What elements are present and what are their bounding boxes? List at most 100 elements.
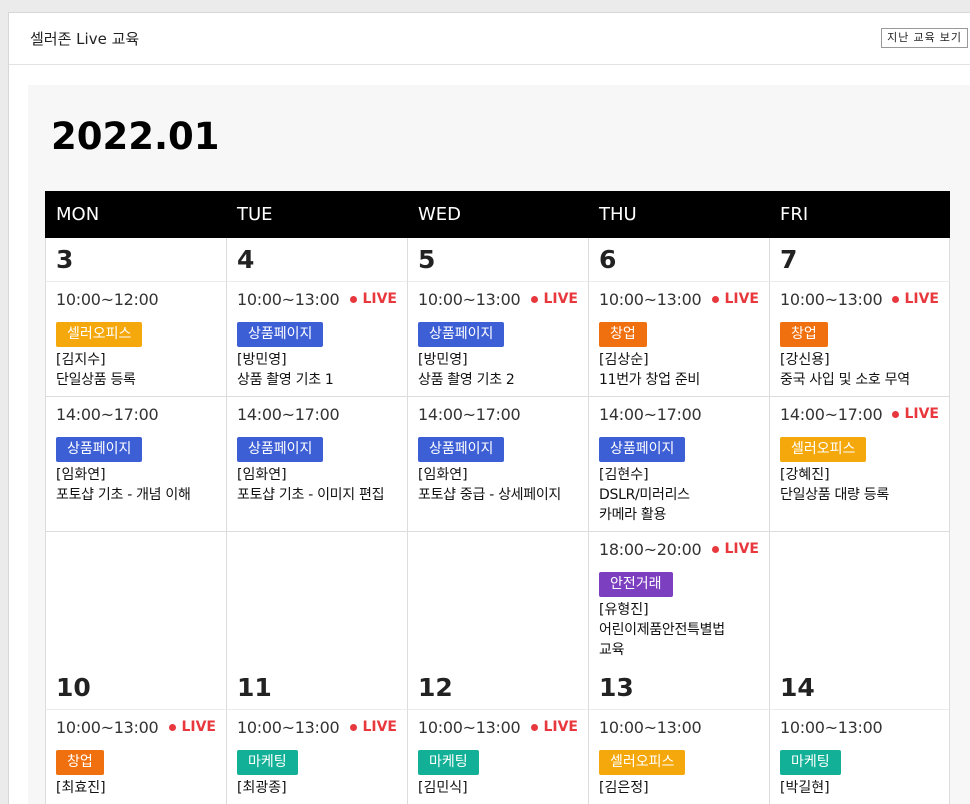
instructor-name: [박길현] (780, 780, 830, 796)
session-card[interactable]: 10:00~13:00 LIVE 상품페이지 [방민영] 상품 촬영 기초 2 (407, 282, 588, 396)
month-title: 2022.01 (51, 115, 220, 158)
day-number: 7 (769, 238, 950, 282)
live-label: LIVE (543, 291, 578, 307)
category-tag: 셀러오피스 (56, 322, 143, 347)
session-time: 14:00~17:00 (780, 404, 883, 424)
category-tag: 상품페이지 (599, 437, 686, 462)
weekday-header: MON TUE WED THU FRI (45, 191, 950, 238)
live-dot-icon (169, 723, 177, 731)
live-label: LIVE (724, 291, 759, 307)
session-card[interactable]: 10:00~13:00 셀러오피스 [김은정] (588, 710, 769, 804)
category-tag: 상품페이지 (237, 322, 324, 347)
live-badge: LIVE (350, 291, 397, 307)
session-card[interactable]: 10:00~12:00 셀러오피스 [김지수] 단일상품 등록 (45, 282, 226, 396)
category-wrap: 셀러오피스 (599, 737, 759, 775)
session-card[interactable]: 18:00~20:00 LIVE 안전거래 [유형진] 어린이제품안전특별법 교육 (588, 532, 769, 666)
session-header: 18:00~20:00 LIVE (599, 539, 759, 559)
session-time: 10:00~13:00 (780, 289, 883, 309)
session-header: 10:00~12:00 (56, 289, 216, 309)
session-title: 포토샵 중급 - 상세페이지 (418, 487, 562, 503)
session-header: 14:00~17:00 (418, 404, 578, 424)
session-time: 10:00~13:00 (780, 717, 883, 737)
empty-slot (769, 532, 950, 666)
weekday-thu: THU (599, 204, 637, 225)
live-badge: LIVE (531, 291, 578, 307)
instructor-name: [강혜진] (780, 467, 830, 483)
session-card[interactable]: 10:00~13:00 마케팅 [박길현] (769, 710, 950, 804)
weekday-tue: TUE (237, 204, 273, 225)
session-header: 10:00~13:00 LIVE (599, 289, 759, 309)
session-card[interactable]: 10:00~13:00 LIVE 창업 [최효진] (45, 710, 226, 804)
session-time: 10:00~13:00 (599, 289, 702, 309)
session-header: 14:00~17:00 (599, 404, 759, 424)
session-header: 10:00~13:00 LIVE (237, 717, 397, 737)
live-badge: LIVE (531, 719, 578, 735)
category-tag: 창업 (56, 750, 104, 775)
weekday-wed: WED (418, 204, 462, 225)
session-time: 14:00~17:00 (56, 404, 159, 424)
session-card[interactable]: 10:00~13:00 LIVE 창업 [강신용] 중국 사입 및 소호 무역 (769, 282, 950, 396)
session-card[interactable]: 10:00~13:00 LIVE 창업 [김상순] 11번가 창업 준비 (588, 282, 769, 396)
session-header: 10:00~13:00 LIVE (780, 289, 939, 309)
session-card[interactable]: 14:00~17:00 상품페이지 [임화연] 포토샵 중급 - 상세페이지 (407, 397, 588, 531)
past-education-button[interactable]: 지난 교육 보기 (881, 28, 968, 48)
session-title: 중국 사입 및 소호 무역 (780, 372, 910, 388)
session-time: 10:00~13:00 (237, 717, 340, 737)
category-wrap: 창업 (599, 309, 759, 347)
live-badge: LIVE (350, 719, 397, 735)
session-row: 18:00~20:00 LIVE 안전거래 [유형진] 어린이제품안전특별법 교육 (45, 531, 950, 666)
session-header: 10:00~13:00 LIVE (237, 289, 397, 309)
live-dot-icon (531, 295, 539, 303)
session-header: 10:00~13:00 (599, 717, 759, 737)
session-card[interactable]: 10:00~13:00 LIVE 마케팅 [김민식] (407, 710, 588, 804)
session-row: 14:00~17:00 상품페이지 [임화연] 포토샵 기초 - 개념 이해 14:00… (45, 396, 950, 531)
session-title: 포토샵 기초 - 이미지 편집 (237, 487, 385, 503)
session-header: 14:00~17:00 (56, 404, 216, 424)
day-number: 13 (588, 666, 769, 710)
instructor-name: [방민영] (418, 352, 468, 368)
session-row: 10:00~13:00 LIVE 창업 [최효진] 10:00~13:00 LIVE 마케팅… (45, 710, 950, 804)
instructor-name: [김민식] (418, 780, 468, 796)
category-tag: 안전거래 (599, 572, 673, 597)
instructor-name: [임화연] (56, 467, 106, 483)
live-dot-icon (892, 295, 900, 303)
live-badge: LIVE (892, 406, 939, 422)
category-wrap: 창업 (56, 737, 216, 775)
session-title: 어린이제품안전특별법 (599, 622, 725, 638)
session-time: 10:00~13:00 (599, 717, 702, 737)
day-number: 5 (407, 238, 588, 282)
live-label: LIVE (362, 719, 397, 735)
category-wrap: 셀러오피스 (56, 309, 216, 347)
live-badge: LIVE (712, 541, 759, 557)
session-header: 10:00~13:00 (780, 717, 939, 737)
session-time: 14:00~17:00 (418, 404, 521, 424)
session-time: 14:00~17:00 (599, 404, 702, 424)
session-card[interactable]: 14:00~17:00 상품페이지 [김현수] DSLR/미러리스 카메라 활용 (588, 397, 769, 531)
session-title: 포토샵 기초 - 개념 이해 (56, 487, 191, 503)
live-label: LIVE (904, 406, 939, 422)
session-title: 교육 (599, 642, 625, 658)
session-card[interactable]: 14:00~17:00 LIVE 셀러오피스 [강혜진] 단일상품 대량 등록 (769, 397, 950, 531)
session-time: 10:00~13:00 (237, 289, 340, 309)
live-badge: LIVE (892, 291, 939, 307)
session-title: 상품 촬영 기초 1 (237, 372, 334, 388)
session-card[interactable]: 10:00~13:00 LIVE 상품페이지 [방민영] 상품 촬영 기초 1 (226, 282, 407, 396)
session-time: 18:00~20:00 (599, 539, 702, 559)
live-dot-icon (531, 723, 539, 731)
category-wrap: 안전거래 (599, 559, 759, 597)
live-dot-icon (350, 723, 358, 731)
session-card[interactable]: 14:00~17:00 상품페이지 [임화연] 포토샵 기초 - 개념 이해 (45, 397, 226, 531)
weekday-fri: FRI (780, 204, 809, 225)
session-card[interactable]: 14:00~17:00 상품페이지 [임화연] 포토샵 기초 - 이미지 편집 (226, 397, 407, 531)
week-date-row: 10 11 12 13 14 (45, 666, 950, 710)
live-badge: LIVE (712, 291, 759, 307)
session-card[interactable]: 10:00~13:00 LIVE 마케팅 [최광종] (226, 710, 407, 804)
session-header: 10:00~13:00 LIVE (418, 717, 578, 737)
day-number: 14 (769, 666, 950, 710)
day-number: 4 (226, 238, 407, 282)
category-tag: 마케팅 (780, 750, 841, 775)
category-tag: 상품페이지 (237, 437, 324, 462)
instructor-name: [김현수] (599, 467, 649, 483)
calendar-body: 3 4 5 6 7 10:00~12:00 셀러오피스 [김지수] 단일상품 등록 10:00~1… (45, 238, 950, 804)
category-wrap: 상품페이지 (418, 424, 578, 462)
